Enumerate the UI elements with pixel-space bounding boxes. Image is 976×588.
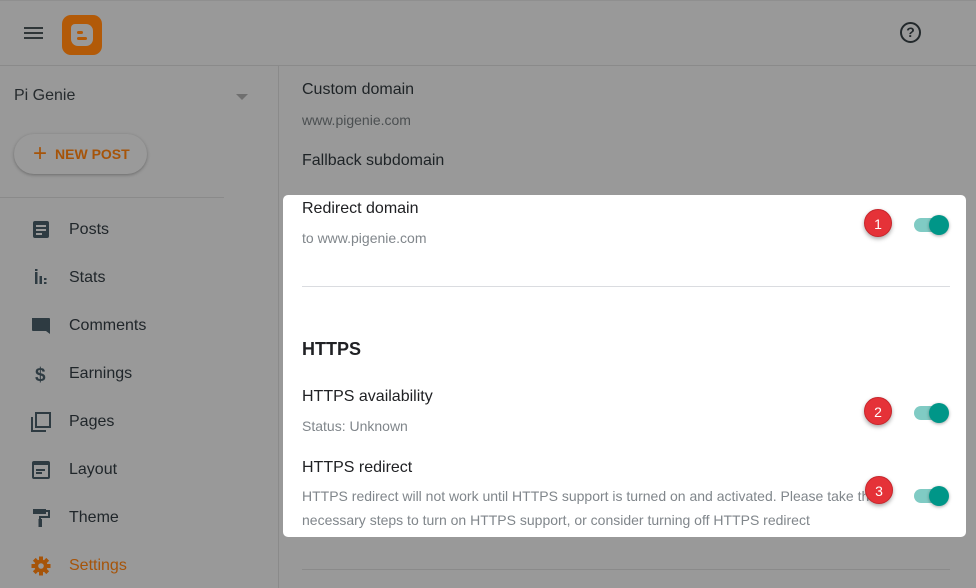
redirect-domain-toggle[interactable] — [913, 215, 949, 235]
https-availability-title: HTTPS availability — [302, 388, 433, 405]
sidebar-divider — [0, 197, 224, 198]
sidebar-item-label: Pages — [69, 413, 115, 430]
layout-icon — [32, 461, 50, 479]
sidebar-item-label: Stats — [69, 269, 106, 286]
highlighted-settings-card: Redirect domain to www.pigenie.com 1 HTT… — [283, 195, 966, 537]
annotation-badge-2: 2 — [864, 397, 892, 425]
sidebar-item-pages[interactable]: Pages — [0, 398, 279, 446]
stats-icon — [35, 269, 47, 284]
settings-icon — [31, 556, 51, 576]
sidebar-item-label: Theme — [69, 509, 119, 526]
fallback-subdomain-title[interactable]: Fallback subdomain — [302, 152, 444, 170]
svg-text:$: $ — [35, 365, 46, 384]
annotation-badge-3: 3 — [865, 476, 893, 504]
https-redirect-description: HTTPS redirect will not work until HTTPS… — [302, 488, 878, 528]
sidebar: Pi Genie + NEW POST Posts Stats Comments… — [0, 66, 279, 588]
sidebar-item-label: Posts — [69, 221, 110, 238]
https-redirect-title: HTTPS redirect — [302, 459, 413, 476]
sidebar-item-label: Earnings — [69, 365, 133, 382]
new-post-button[interactable]: + NEW POST — [14, 134, 147, 174]
section-divider — [302, 286, 950, 287]
sidebar-item-layout[interactable]: Layout — [0, 446, 279, 494]
new-post-label: NEW POST — [55, 146, 130, 162]
sidebar-nav: Posts Stats Comments $ Earnings Pages La… — [0, 206, 279, 588]
sidebar-item-posts[interactable]: Posts — [0, 206, 279, 254]
blog-selector[interactable]: Pi Genie — [14, 87, 254, 109]
plus-icon: + — [33, 140, 48, 167]
theme-icon — [33, 509, 50, 527]
section-divider — [302, 569, 950, 570]
sidebar-item-label: Comments — [69, 317, 147, 334]
sidebar-item-label: Settings — [69, 557, 127, 574]
sidebar-item-settings[interactable]: Settings — [0, 542, 279, 588]
comments-icon — [32, 318, 50, 334]
custom-domain-value: www.pigenie.com — [302, 112, 411, 128]
top-app-bar: ? — [0, 0, 976, 66]
sidebar-item-label: Layout — [69, 461, 118, 478]
https-availability-status: Status: Unknown — [302, 418, 408, 434]
annotation-badge-1: 1 — [864, 209, 892, 237]
hamburger-menu-icon[interactable] — [22, 23, 46, 45]
redirect-domain-value: to www.pigenie.com — [302, 230, 427, 246]
https-availability-toggle[interactable] — [913, 403, 949, 423]
earnings-icon: $ — [35, 365, 46, 384]
redirect-domain-title: Redirect domain — [302, 200, 419, 217]
sidebar-item-comments[interactable]: Comments — [0, 302, 279, 350]
pages-icon — [31, 412, 51, 432]
https-redirect-toggle[interactable] — [913, 486, 949, 506]
custom-domain-title[interactable]: Custom domain — [302, 81, 414, 99]
https-section-title: HTTPS — [302, 339, 362, 359]
help-circle-icon[interactable]: ? — [900, 22, 921, 43]
sidebar-item-stats[interactable]: Stats — [0, 254, 279, 302]
sidebar-item-theme[interactable]: Theme — [0, 494, 279, 542]
caret-down-icon — [236, 94, 248, 100]
blog-name: Pi Genie — [14, 87, 76, 104]
posts-icon — [33, 221, 49, 238]
sidebar-item-earnings[interactable]: $ Earnings — [0, 350, 279, 398]
blogger-logo[interactable] — [62, 15, 102, 55]
